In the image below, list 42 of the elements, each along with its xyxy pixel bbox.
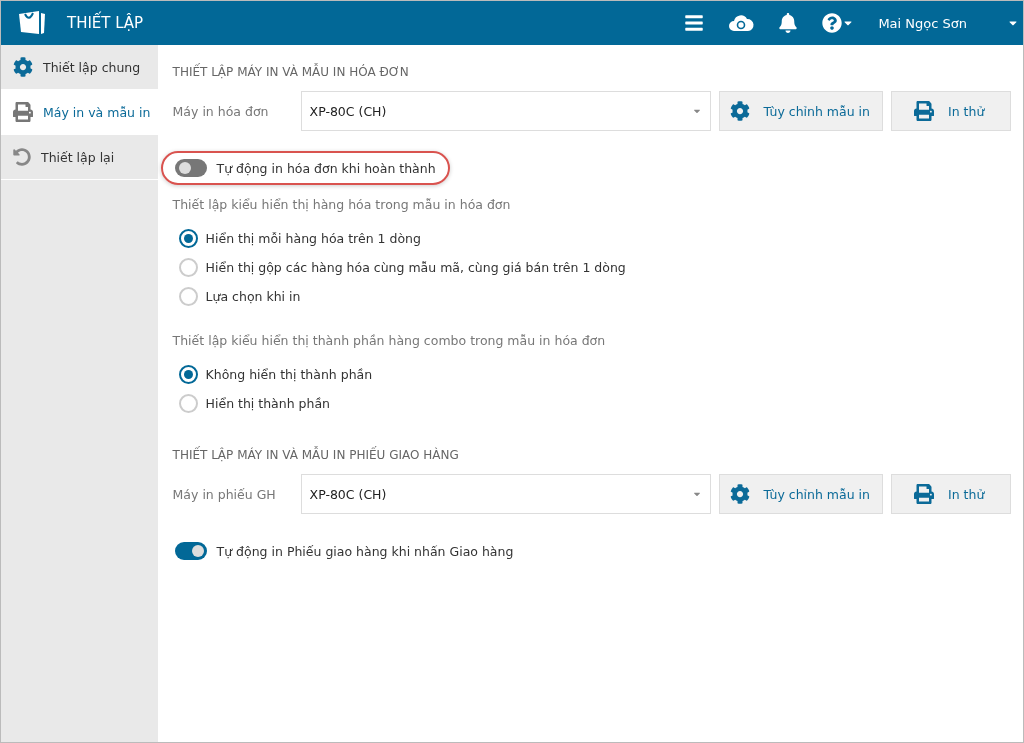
printer-icon (914, 101, 934, 121)
radio-label: Không hiển thị thành phần (205, 367, 373, 382)
toggle-label: Tự động in hóa đơn khi hoàn thành (216, 160, 436, 176)
radio-button[interactable] (178, 229, 198, 248)
printer-label: Máy in hóa đơn (172, 103, 270, 119)
radio-label: Hiển thị thành phần (205, 396, 331, 411)
group-title: Thiết lập kiểu hiển thị hàng hóa trong mẫu in hóa đơn (172, 197, 512, 212)
gear-icon (729, 484, 750, 504)
help-icon[interactable] (822, 13, 843, 33)
sidebar-item-label: Thiết lập lại (41, 149, 115, 165)
toggle-switch[interactable] (174, 159, 207, 177)
user-name[interactable]: Mai Ngọc Sơn (878, 15, 967, 31)
toggle-switch[interactable] (174, 542, 207, 560)
radio-label: Hiển thị mỗi hàng hóa trên 1 dòng (205, 231, 421, 246)
group-title: Thiết lập kiểu hiển thị thành phần hàng combo trong mẫu in hóa đơn (172, 333, 607, 348)
gear-icon (729, 101, 750, 121)
section-title: THIẾT LẬP MÁY IN VÀ MẪU IN PHIẾU GIAO HÀNG (172, 448, 460, 462)
printer-dropdown[interactable]: XP-80C (CH) (300, 91, 711, 131)
radio-button[interactable] (178, 365, 198, 384)
menu-icon[interactable] (684, 13, 705, 33)
printer-icon (13, 102, 33, 122)
radio-label: Hiển thị gộp các hàng hóa cùng mẫu mã, cùng giá bán trên 1 dòng (205, 260, 626, 275)
test-print-button[interactable]: In thử (891, 474, 1011, 514)
shopping-bag-logo-icon (17, 10, 47, 36)
gear-icon (13, 57, 33, 77)
toggle-label: Tự động in Phiếu giao hàng khi nhấn Giao hàng (216, 543, 514, 559)
printer-dropdown[interactable]: XP-80C (CH) (300, 474, 711, 514)
printer-label: Máy in phiếu GH (172, 486, 277, 502)
sidebar-item-label: Máy in và mẫu in (43, 104, 151, 120)
reset-icon (13, 148, 31, 166)
dropdown-value: XP-80C (CH) (309, 486, 387, 502)
sidebar-item[interactable]: Máy in và mẫu in (1, 90, 158, 135)
sidebar-item-label: Thiết lập chung (43, 59, 141, 75)
customize-template-button[interactable]: Tùy chỉnh mẫu in (718, 474, 883, 514)
customize-template-button[interactable]: Tùy chỉnh mẫu in (718, 91, 883, 131)
printer-icon (914, 484, 934, 504)
cloud-sync-icon[interactable] (728, 13, 755, 33)
test-print-button[interactable]: In thử (891, 91, 1011, 131)
dropdown-value: XP-80C (CH) (309, 103, 387, 119)
section-title: THIẾT LẬP MÁY IN VÀ MẪU IN HÓA ĐƠN (172, 65, 410, 79)
bell-icon[interactable] (778, 13, 799, 33)
radio-label: Lựa chọn khi in (205, 289, 301, 304)
